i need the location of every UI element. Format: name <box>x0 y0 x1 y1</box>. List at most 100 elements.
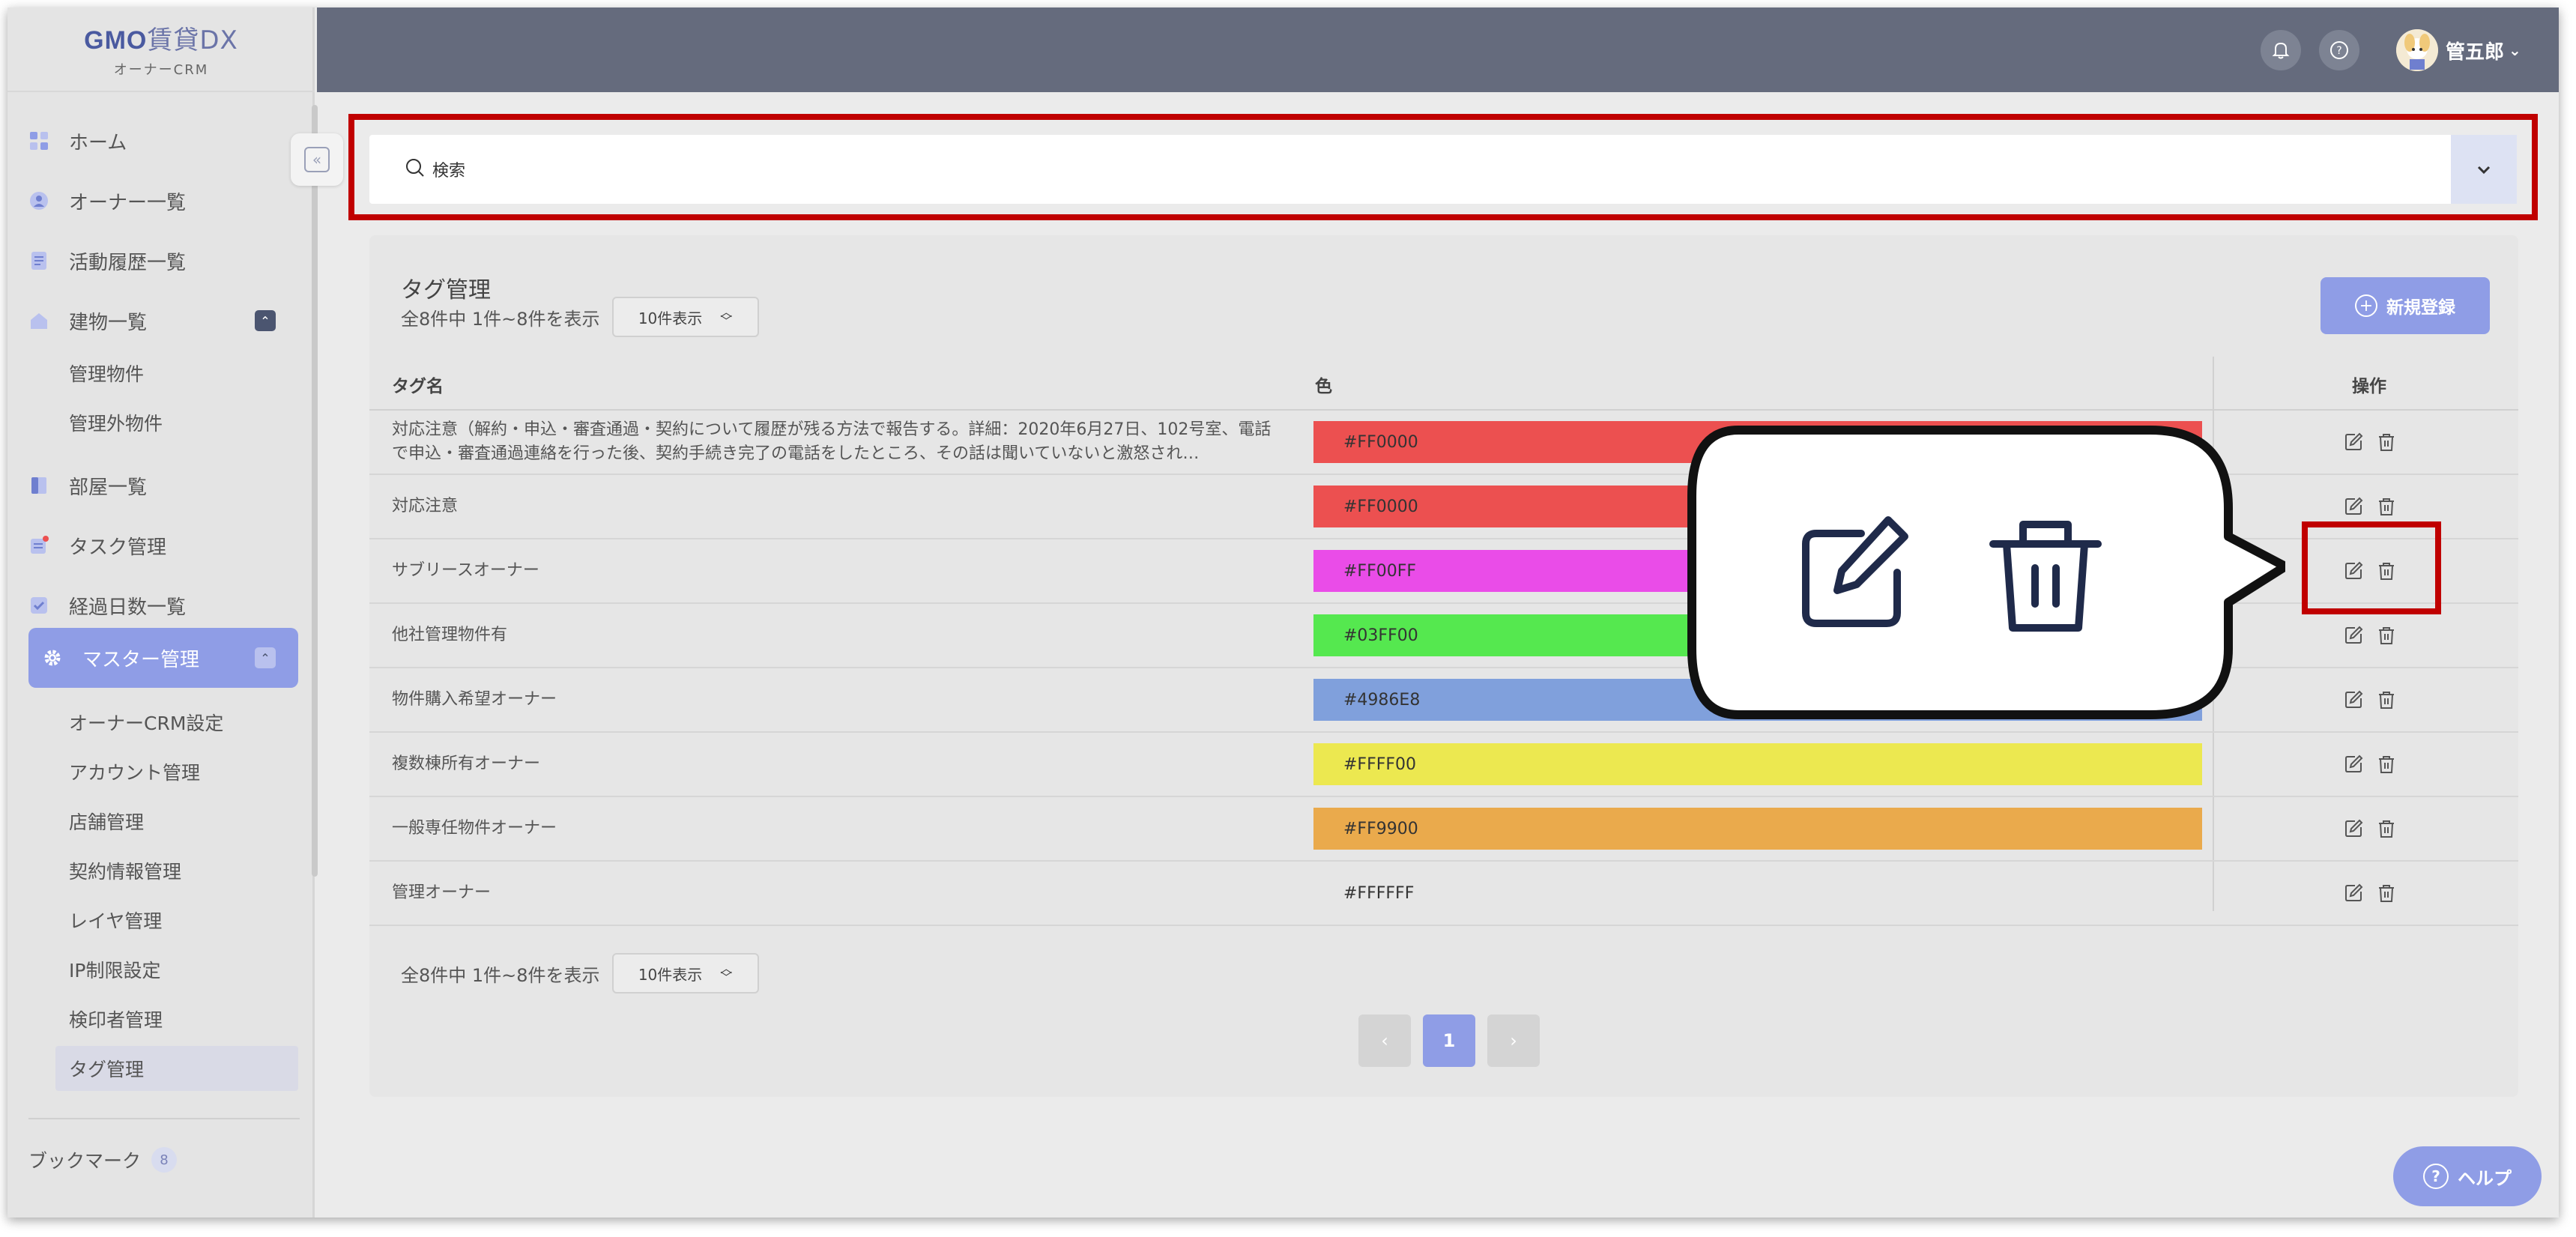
delete-button[interactable] <box>2374 623 2398 647</box>
edit-icon <box>2345 819 2363 837</box>
sidebar-item-elapsed-days[interactable]: 経過日数一覧 <box>28 581 298 629</box>
edit-icon <box>2345 497 2363 515</box>
per-page-select[interactable]: 10件表示 ︿ ﹀ <box>611 953 759 993</box>
logo-rest: 賃貸DX <box>147 25 238 55</box>
delete-button[interactable] <box>2374 817 2398 841</box>
sidebar-item-tasks[interactable]: タスク管理 <box>28 521 298 569</box>
column-header-name: タグ名 <box>392 377 444 396</box>
chevron-down-icon <box>2477 166 2491 175</box>
bookmark-label: ブックマーク <box>28 1150 142 1172</box>
search-expand-button[interactable] <box>2451 135 2517 204</box>
per-page-value: 10件表示 <box>638 965 703 984</box>
sidebar-subitem-crm-settings[interactable]: オーナーCRM設定 <box>69 700 223 745</box>
sidebar-subitem-contracts[interactable]: 契約情報管理 <box>69 848 181 893</box>
pagination: ‹ 1 › <box>1358 1014 1552 1067</box>
color-code: #03FF00 <box>1343 626 1418 645</box>
delete-button[interactable] <box>2374 881 2398 905</box>
trash-icon <box>2379 692 2394 709</box>
tag-name: 他社管理物件有 <box>392 626 508 644</box>
tag-name: 物件購入希望オーナー <box>392 690 557 709</box>
sidebar-item-master[interactable]: マスター管理 ⌃ <box>28 628 298 688</box>
trash-icon <box>2379 627 2394 644</box>
delete-button[interactable] <box>2374 688 2398 712</box>
count-row-bottom: 全8件中 1件~8件を表示 10件表示 ︿ ﹀ <box>401 953 759 993</box>
search-bar[interactable]: 検索 <box>369 135 2517 204</box>
tag-name: 対応注意 <box>392 497 459 515</box>
record-count: 全8件中 1件~8件を表示 <box>401 308 600 330</box>
edit-button[interactable] <box>2341 495 2365 518</box>
sidebar-subitem-layers[interactable]: レイヤ管理 <box>69 898 162 943</box>
edit-button[interactable] <box>2341 623 2365 647</box>
user-menu[interactable]: 管五郎 ⌄ <box>2396 26 2521 74</box>
page-button-current[interactable]: 1 <box>1423 1014 1475 1067</box>
row-actions <box>2341 430 2407 454</box>
edit-button[interactable] <box>2341 817 2365 841</box>
collapse-sidebar-button[interactable]: « <box>291 133 343 186</box>
logo-sub: オーナーCRM <box>113 62 209 78</box>
bookmark-section[interactable]: ブックマーク 8 <box>28 1146 178 1173</box>
search-icon <box>404 157 426 182</box>
notification-button[interactable] <box>2261 30 2301 70</box>
document-icon <box>28 250 49 271</box>
chevron-down-icon: ⌄ <box>2509 41 2521 59</box>
sidebar-subitem-tags[interactable]: タグ管理 <box>55 1046 298 1091</box>
column-header-color: 色 <box>1315 377 1332 396</box>
help-header-button[interactable]: ? <box>2319 30 2359 70</box>
ops-highlight-frame <box>2302 521 2441 614</box>
edit-button[interactable] <box>2341 881 2365 905</box>
sidebar-item-label: 活動履歴一覧 <box>69 251 187 274</box>
sidebar-subitem-ip-restriction[interactable]: IP制限設定 <box>69 947 160 992</box>
sidebar-item-activity[interactable]: 活動履歴一覧 <box>28 237 298 285</box>
sidebar-item-label: マスター管理 <box>82 648 200 671</box>
avatar <box>2396 29 2438 71</box>
row-actions <box>2341 495 2407 518</box>
sidebar-item-buildings[interactable]: 建物一覧 ⌃ <box>28 297 298 345</box>
next-page-button[interactable]: › <box>1487 1014 1540 1067</box>
sidebar-item-owners[interactable]: オーナー一覧 <box>28 177 298 225</box>
color-code: #FFFF00 <box>1343 754 1417 774</box>
bookmark-count-badge: 8 <box>151 1147 178 1173</box>
sidebar-item-label: 部屋一覧 <box>69 476 148 499</box>
delete-button[interactable] <box>2374 495 2398 518</box>
logo-brand: GMO賃貸DX <box>84 19 238 56</box>
color-swatch: #FFFF00 <box>1313 743 2202 785</box>
tag-name: 対応注意（解約・申込・審査通過・契約について履歴が残る方法で報告する。詳細：20… <box>392 420 1272 463</box>
updown-icon: ︿ ﹀ <box>720 961 733 985</box>
help-button[interactable]: ? ヘルプ <box>2393 1146 2542 1206</box>
prev-page-button[interactable]: ‹ <box>1358 1014 1411 1067</box>
sidebar-subitem-accounts[interactable]: アカウント管理 <box>69 749 200 794</box>
help-label: ヘルプ <box>2458 1167 2512 1189</box>
new-register-button[interactable]: + 新規登録 <box>2320 277 2490 334</box>
app-logo[interactable]: GMO賃貸DX オーナーCRM <box>7 7 315 92</box>
sidebar-scrollbar[interactable] <box>312 105 318 877</box>
sidebar-item-home[interactable]: ホーム <box>28 117 298 165</box>
sidebar-subitem-inspectors[interactable]: 検印者管理 <box>69 996 163 1041</box>
plus-circle-icon: + <box>2355 294 2377 317</box>
table-row: 複数棟所有オーナー #FFFF00 <box>369 733 2518 797</box>
row-actions <box>2341 881 2407 905</box>
bell-icon <box>2272 42 2290 59</box>
edit-button[interactable] <box>2341 752 2365 776</box>
sidebar-item-label: オーナー一覧 <box>69 191 187 214</box>
color-swatch: #FF9900 <box>1313 808 2202 850</box>
per-page-select[interactable]: 10件表示 ︿ ﹀ <box>611 297 759 337</box>
delete-button[interactable] <box>2374 430 2398 454</box>
color-code: #FFFFFF <box>1343 883 1415 903</box>
edit-button[interactable] <box>2341 430 2365 454</box>
app-window: GMO賃貸DX オーナーCRM ホーム オーナー一覧 活動履歴一覧 建物一覧 ⌃… <box>7 7 2559 1218</box>
tag-name: サブリースオーナー <box>392 561 539 580</box>
sidebar-item-label: 経過日数一覧 <box>69 596 187 619</box>
chevron-up-icon[interactable]: ⌃ <box>255 310 276 331</box>
sidebar-subitem-unmanaged[interactable]: 管理外物件 <box>69 400 163 445</box>
sidebar-item-label: ホーム <box>69 131 127 154</box>
row-actions <box>2341 817 2407 841</box>
edit-button[interactable] <box>2341 688 2365 712</box>
sidebar-item-rooms[interactable]: 部屋一覧 <box>28 462 298 509</box>
sidebar-subitem-managed[interactable]: 管理物件 <box>69 351 144 396</box>
delete-button[interactable] <box>2374 752 2398 776</box>
chevron-up-icon[interactable]: ⌃ <box>255 647 276 668</box>
row-actions <box>2341 623 2407 647</box>
sidebar-subitem-stores[interactable]: 店舗管理 <box>69 799 144 844</box>
search-label: 検索 <box>432 162 466 181</box>
table-row: 一般専任物件オーナー #FF9900 <box>369 797 2518 862</box>
